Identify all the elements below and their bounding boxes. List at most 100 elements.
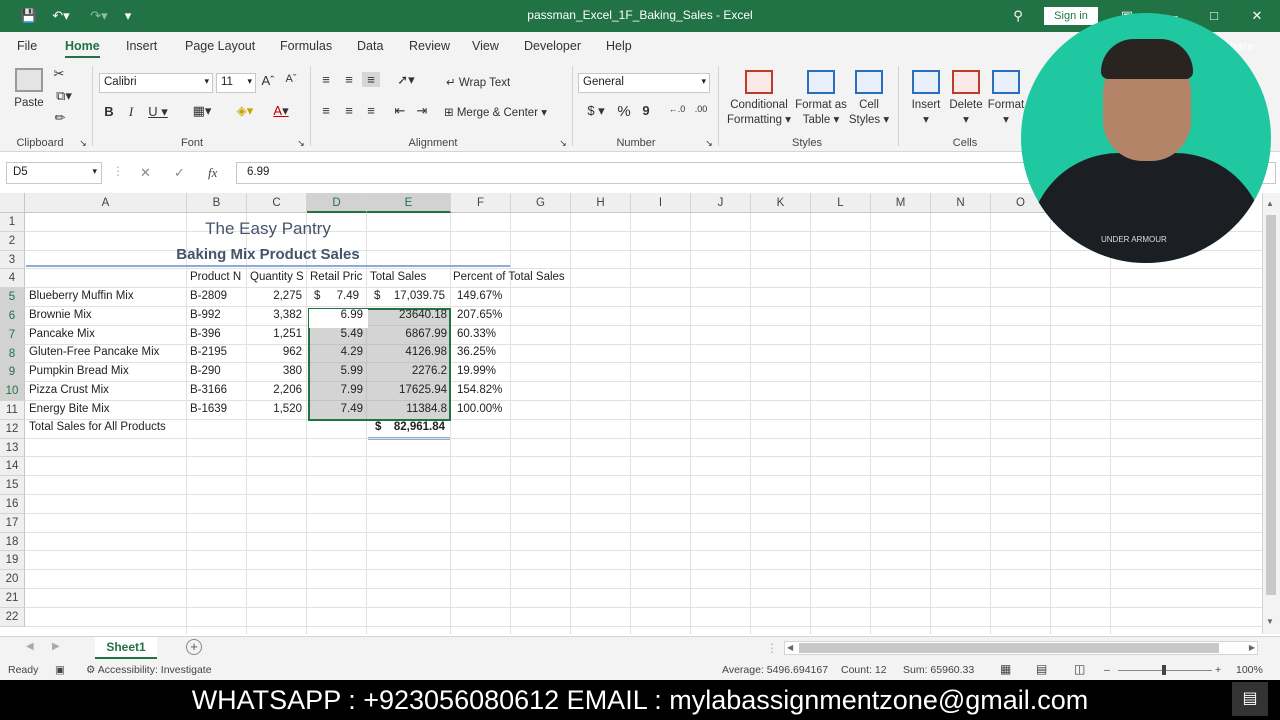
sheet-subtitle[interactable]: Baking Mix Product Sales xyxy=(26,246,510,263)
cell-price[interactable]: 5.49 xyxy=(308,328,366,340)
row-header-15[interactable]: 15 xyxy=(0,476,25,495)
hscroll-thumb[interactable] xyxy=(799,643,1219,653)
column-header-n[interactable]: N xyxy=(931,193,991,213)
header-product-number[interactable]: Product N xyxy=(187,271,247,283)
cell-pct[interactable]: 100.00% xyxy=(454,403,524,415)
orientation-icon[interactable]: ➚▾ xyxy=(392,72,420,88)
decrease-indent-icon[interactable]: ⇤ xyxy=(392,103,408,119)
tab-developer[interactable]: Developer xyxy=(524,39,581,53)
column-header-j[interactable]: J xyxy=(691,193,751,213)
cut-icon[interactable]: ✂ xyxy=(52,66,66,82)
cell-name[interactable]: Brownie Mix xyxy=(26,309,186,321)
column-header-g[interactable]: G xyxy=(511,193,571,213)
scroll-down-icon[interactable]: ▼ xyxy=(1266,617,1274,626)
cell-total[interactable]: 4126.98 xyxy=(368,346,450,358)
close-icon[interactable]: ✕ xyxy=(1246,6,1268,26)
cell-pct[interactable]: 19.99% xyxy=(454,365,524,377)
row-header-17[interactable]: 17 xyxy=(0,513,25,533)
clipboard-launcher-icon[interactable]: ↘ xyxy=(78,138,88,149)
cell-code[interactable]: B-992 xyxy=(187,309,247,321)
tab-view[interactable]: View xyxy=(472,39,499,53)
cell-pct[interactable]: 36.25% xyxy=(454,346,524,358)
align-top-icon[interactable]: ≡ xyxy=(318,72,334,87)
paste-button[interactable]: Paste xyxy=(12,68,46,111)
conditional-formatting-button[interactable]: Conditional Formatting ▾ xyxy=(724,70,794,128)
sheet-title[interactable]: The Easy Pantry xyxy=(26,219,510,239)
zoom-level[interactable]: 100% xyxy=(1236,664,1263,676)
row-header-22[interactable]: 22 xyxy=(0,607,25,627)
row-header-13[interactable]: 13 xyxy=(0,438,25,458)
cell-price[interactable]: 7.49 xyxy=(308,403,366,415)
delete-cells-button[interactable]: Delete ▾ xyxy=(944,70,988,128)
scroll-left-icon[interactable]: ◀ xyxy=(787,643,793,652)
cell-qty[interactable]: 1,251 xyxy=(247,328,305,340)
increase-indent-icon[interactable]: ⇥ xyxy=(414,103,430,119)
row-header-19[interactable]: 19 xyxy=(0,551,25,571)
cell-price[interactable]: 6.99 xyxy=(308,309,366,321)
search-icon[interactable]: ⚲ xyxy=(1008,6,1028,26)
font-name-select[interactable]: Calibri ▾ xyxy=(99,73,213,93)
name-box[interactable]: D5 ▾ xyxy=(6,162,102,184)
row-header-8[interactable]: 8 xyxy=(0,344,25,364)
row-header-5[interactable]: 5 xyxy=(0,288,25,307)
horizontal-scrollbar[interactable]: ◀ ▶ xyxy=(784,641,1258,655)
number-launcher-icon[interactable]: ↘ xyxy=(704,138,714,149)
header-total-sales[interactable]: Total Sales xyxy=(367,271,451,283)
cell-price[interactable]: 7.99 xyxy=(308,384,366,396)
column-header-l[interactable]: L xyxy=(811,193,871,213)
column-header-e[interactable]: E xyxy=(367,193,451,213)
tab-insert[interactable]: Insert xyxy=(126,39,157,53)
format-painter-icon[interactable]: ✏ xyxy=(52,110,68,126)
cell-pct[interactable]: 154.82% xyxy=(454,384,524,396)
row-header-16[interactable]: 16 xyxy=(0,495,25,514)
cell-code[interactable]: B-2809 xyxy=(187,290,247,302)
cell-code[interactable]: B-3166 xyxy=(187,384,247,396)
align-bottom-icon[interactable]: ≡ xyxy=(362,72,380,87)
scroll-up-icon[interactable]: ▲ xyxy=(1266,199,1274,208)
cell-qty[interactable]: 3,382 xyxy=(247,309,305,321)
cell-price[interactable]: 7.49 xyxy=(318,290,362,302)
row-header-20[interactable]: 20 xyxy=(0,570,25,589)
row-header-3[interactable]: 3 xyxy=(0,250,25,270)
chat-icon[interactable]: ▤ xyxy=(1232,682,1268,716)
tab-review[interactable]: Review xyxy=(409,39,450,53)
borders-icon[interactable]: ▦▾ xyxy=(187,103,217,119)
cell-total[interactable]: 6867.99 xyxy=(368,328,450,340)
tab-splitter-icon[interactable]: ⋮ xyxy=(766,641,778,655)
tab-help[interactable]: Help xyxy=(606,39,632,53)
prev-sheet-icon[interactable]: ◀ xyxy=(26,641,34,652)
page-layout-view-icon[interactable]: ▤ xyxy=(1036,662,1047,676)
increase-decimal-icon[interactable]: ←.0 xyxy=(666,104,688,114)
header-quantity-sold[interactable]: Quantity S xyxy=(247,271,307,283)
scroll-thumb[interactable] xyxy=(1266,215,1276,595)
align-left-icon[interactable]: ≡ xyxy=(318,103,334,118)
underline-icon[interactable]: U ▾ xyxy=(146,104,170,120)
cell-total[interactable]: 23640.18 xyxy=(368,309,450,321)
comma-style-icon[interactable]: 9 xyxy=(640,103,652,118)
header-percent-of-total[interactable]: Percent of Total Sales xyxy=(450,271,590,283)
cell-name[interactable]: Pumpkin Bread Mix xyxy=(26,365,186,377)
decrease-font-icon[interactable]: Aˇ xyxy=(284,73,298,85)
insert-cells-button[interactable]: Insert ▾ xyxy=(904,70,948,128)
cell-code[interactable]: B-290 xyxy=(187,365,247,377)
column-header-f[interactable]: F xyxy=(451,193,511,213)
cell-total[interactable]: 11384.8 xyxy=(368,403,450,415)
page-break-view-icon[interactable]: ◫ xyxy=(1074,662,1085,676)
row-header-11[interactable]: 11 xyxy=(0,401,25,420)
zoom-in-icon[interactable]: + xyxy=(1215,664,1221,676)
cell-code[interactable]: B-2195 xyxy=(187,346,247,358)
cell-pct[interactable]: 60.33% xyxy=(454,328,524,340)
font-size-select[interactable]: 11 ▾ xyxy=(216,73,256,93)
cell-price[interactable]: 4.29 xyxy=(308,346,366,358)
sign-in-button[interactable]: Sign in xyxy=(1044,7,1098,25)
alignment-launcher-icon[interactable]: ↘ xyxy=(558,138,568,149)
cell-qty[interactable]: 2,275 xyxy=(247,290,305,302)
cell-total[interactable]: 2276.2 xyxy=(368,365,450,377)
cell-price[interactable]: 5.99 xyxy=(308,365,366,377)
row-header-2[interactable]: 2 xyxy=(0,231,25,251)
merge-center-button[interactable]: ⊞ Merge & Center ▾ xyxy=(444,105,547,119)
currency-icon[interactable]: $ ▾ xyxy=(582,103,610,119)
align-middle-icon[interactable]: ≡ xyxy=(341,72,357,87)
row-header-9[interactable]: 9 xyxy=(0,363,25,383)
cell-pct[interactable]: 207.65% xyxy=(454,309,524,321)
